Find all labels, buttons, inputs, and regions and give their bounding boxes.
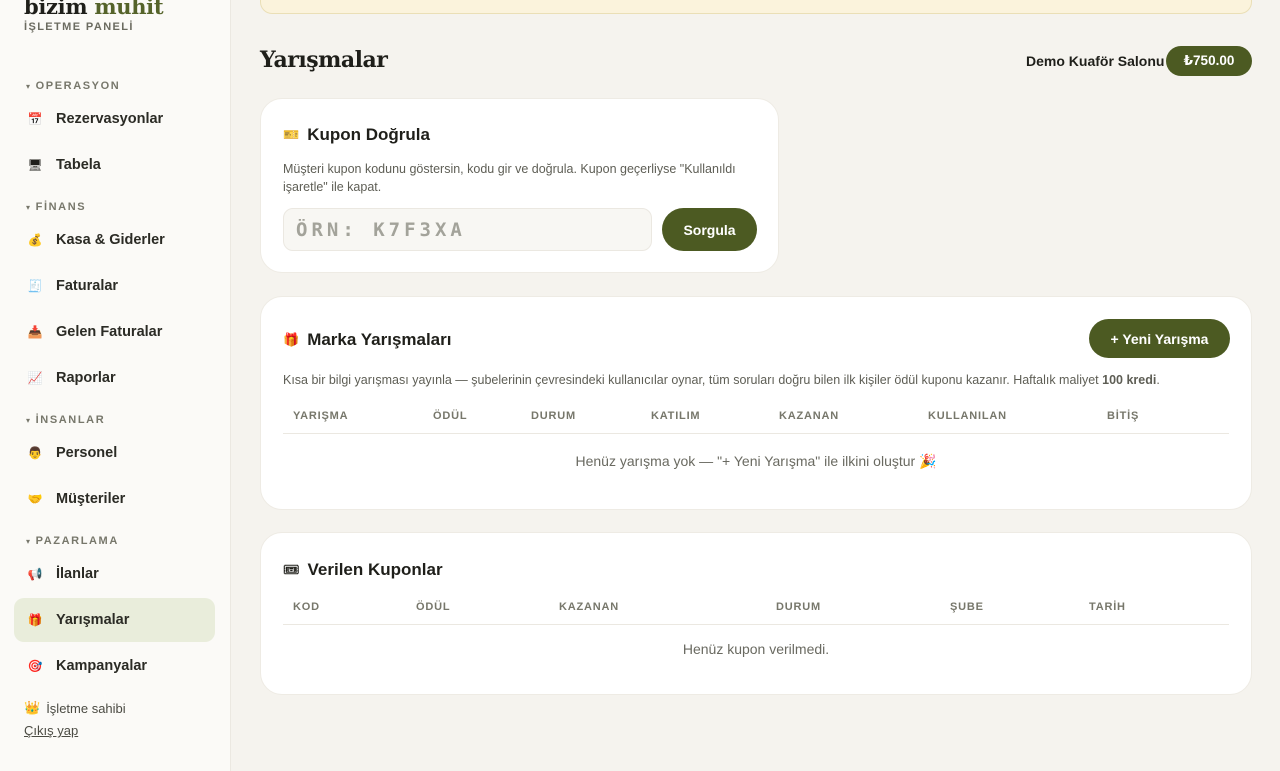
sidebar-item-ilanlar[interactable]: 📢 İlanlar: [14, 552, 215, 596]
chevron-down-icon: ▾: [26, 202, 32, 212]
sidebar-item-tabela[interactable]: 🖥 Tabela: [14, 143, 215, 187]
logout-link[interactable]: Çıkış yap: [24, 723, 78, 738]
column-header[interactable]: BİTİŞ: [1107, 410, 1139, 422]
description-end: .: [1156, 373, 1160, 387]
card-title-text: Marka Yarışmaları: [307, 330, 452, 349]
brand-name-part1: bizim: [24, 0, 88, 19]
owner-role: 👑 İşletme sahibi: [24, 700, 126, 716]
ticket-icon: 🎫: [283, 127, 300, 142]
card-title: 🎫 Kupon Doğrula: [283, 125, 430, 145]
sidebar-item-label: Raporlar: [56, 370, 116, 386]
chevron-down-icon: ▾: [26, 81, 32, 91]
card-title: 🎁 Marka Yarışmaları: [283, 330, 451, 350]
sidebar-item-rezervasyonlar[interactable]: 📅 Rezervasyonlar: [14, 97, 215, 141]
section-label: PAZARLAMA: [35, 535, 119, 547]
sidebar-item-label: Rezervasyonlar: [56, 111, 164, 127]
section-pazarlama[interactable]: ▾ PAZARLAMA: [26, 535, 119, 547]
money-bag-icon: 💰: [27, 233, 43, 247]
table-header: KOD ÖDÜL KAZANAN DURUM ŞUBE TARİH: [283, 595, 1229, 625]
brand-subtitle: İŞLETME PANELİ: [24, 21, 134, 33]
brand-contests-card: 🎁 Marka Yarışmaları + Yeni Yarışma Kısa …: [260, 296, 1252, 510]
table-header: YARIŞMA ÖDÜL DURUM KATILIM KAZANAN KULLA…: [283, 404, 1229, 434]
column-header[interactable]: ÖDÜL: [433, 410, 467, 422]
chevron-down-icon: ▾: [26, 415, 32, 425]
card-description: Kısa bir bilgi yarışması yayınla — şubel…: [283, 371, 1233, 389]
chevron-down-icon: ▾: [26, 536, 32, 546]
sidebar-item-raporlar[interactable]: 📈 Raporlar: [14, 356, 215, 400]
page-title: Yarışmalar: [260, 47, 388, 73]
coupon-verify-card: 🎫 Kupon Doğrula Müşteri kupon kodunu gös…: [260, 98, 779, 273]
empty-state-message: Henüz yarışma yok — "+ Yeni Yarışma" ile…: [575, 453, 937, 469]
sidebar: bizim muhit İŞLETME PANELİ ▾ OPERASYON 📅…: [0, 0, 231, 771]
sidebar-item-label: Faturalar: [56, 278, 119, 294]
section-finans[interactable]: ▾ FİNANS: [26, 201, 86, 213]
issued-coupons-card: 🎟 Verilen Kuponlar KOD ÖDÜL KAZANAN DURU…: [260, 532, 1252, 695]
section-label: İNSANLAR: [35, 414, 106, 426]
sidebar-item-label: Yarışmalar: [56, 612, 130, 628]
card-title: 🎟 Verilen Kuponlar: [283, 560, 443, 580]
sidebar-item-faturalar[interactable]: 🧾 Faturalar: [14, 264, 215, 308]
description-text: Kısa bir bilgi yarışması yayınla — şubel…: [283, 373, 1103, 387]
monitor-icon: 🖥: [27, 158, 43, 172]
section-label: OPERASYON: [35, 80, 121, 92]
column-header[interactable]: KAZANAN: [559, 601, 619, 613]
sidebar-item-yarismalar[interactable]: 🎁 Yarışmalar: [14, 598, 215, 642]
column-header[interactable]: KOD: [293, 601, 320, 613]
column-header[interactable]: DURUM: [776, 601, 821, 613]
sidebar-item-label: Müşteriler: [56, 491, 126, 507]
section-operasyon[interactable]: ▾ OPERASYON: [26, 80, 120, 92]
receipt-icon: 🧾: [27, 279, 43, 293]
credit-balance-badge[interactable]: ₺750.00: [1166, 46, 1252, 76]
megaphone-icon: 📢: [27, 567, 43, 581]
section-insanlar[interactable]: ▾ İNSANLAR: [26, 414, 105, 426]
verify-button[interactable]: Sorgula: [662, 208, 757, 251]
brand-name-part2: muhit: [94, 0, 164, 19]
sidebar-item-label: Gelen Faturalar: [56, 324, 163, 340]
person-icon: 👨: [27, 446, 43, 460]
target-icon: 🎯: [27, 659, 43, 673]
column-header[interactable]: KATILIM: [651, 410, 700, 422]
admission-ticket-icon: 🎟: [283, 562, 300, 577]
column-header[interactable]: ŞUBE: [950, 601, 984, 613]
sidebar-item-label: Personel: [56, 445, 118, 461]
sidebar-item-personel[interactable]: 👨 Personel: [14, 431, 215, 475]
owner-role-label: İşletme sahibi: [46, 700, 126, 716]
calendar-icon: 📅: [27, 112, 43, 126]
coupon-code-input[interactable]: [283, 208, 652, 251]
sidebar-item-musteriler[interactable]: 🤝 Müşteriler: [14, 477, 215, 521]
gift-icon: 🎁: [27, 613, 43, 627]
gift-icon: 🎁: [283, 332, 300, 347]
sidebar-item-label: Kasa & Giderler: [56, 232, 165, 248]
inbox-tray-icon: 📥: [27, 325, 43, 339]
brand-logo[interactable]: bizim muhit: [24, 0, 164, 19]
new-contest-button[interactable]: + Yeni Yarışma: [1089, 319, 1230, 358]
card-description: Müşteri kupon kodunu göstersin, kodu gir…: [283, 162, 736, 194]
card-title-text: Kupon Doğrula: [307, 125, 430, 144]
sidebar-item-gelen-faturalar[interactable]: 📥 Gelen Faturalar: [14, 310, 215, 354]
top-notice-banner: [260, 0, 1252, 14]
salon-name: Demo Kuaför Salonu: [1026, 53, 1165, 69]
column-header[interactable]: KAZANAN: [779, 410, 839, 422]
sidebar-item-kasa-giderler[interactable]: 💰 Kasa & Giderler: [14, 218, 215, 262]
crown-icon: 👑: [24, 700, 41, 715]
column-header[interactable]: KULLANILAN: [928, 410, 1007, 422]
column-header[interactable]: ÖDÜL: [416, 601, 450, 613]
section-label: FİNANS: [35, 201, 87, 213]
column-header[interactable]: YARIŞMA: [293, 410, 348, 422]
card-title-text: Verilen Kuponlar: [307, 560, 443, 579]
handshake-icon: 🤝: [27, 492, 43, 506]
sidebar-item-label: Tabela: [56, 157, 101, 173]
column-header[interactable]: DURUM: [531, 410, 576, 422]
sidebar-item-kampanyalar[interactable]: 🎯 Kampanyalar: [14, 644, 215, 688]
chart-increasing-icon: 📈: [27, 371, 43, 385]
sidebar-item-label: İlanlar: [56, 566, 99, 582]
sidebar-item-label: Kampanyalar: [56, 658, 148, 674]
column-header[interactable]: TARİH: [1089, 601, 1126, 613]
weekly-cost: 100 kredi: [1102, 373, 1157, 387]
empty-state-message: Henüz kupon verilmedi.: [682, 641, 830, 657]
